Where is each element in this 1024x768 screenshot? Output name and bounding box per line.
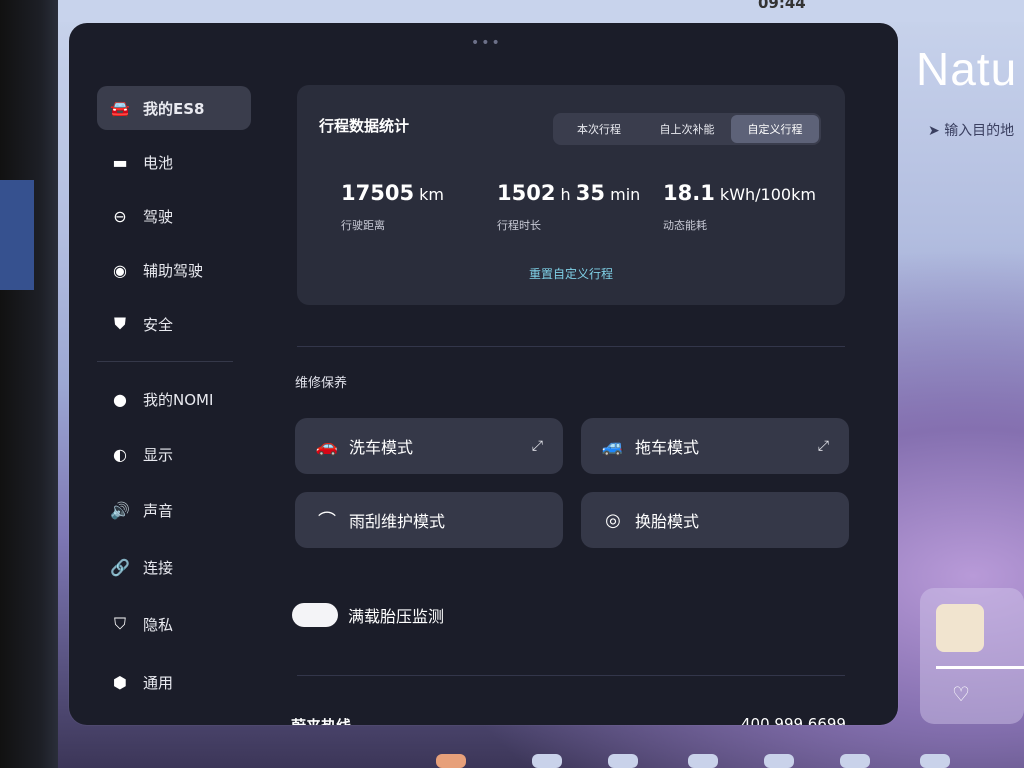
tow-mode-button[interactable]: 🚙 拖车模式 ⤢	[581, 418, 849, 474]
dock-app[interactable]	[436, 754, 466, 768]
tire-icon: ◎	[605, 509, 621, 531]
stat-energy: 18.1 kWh/100km 动态能耗	[663, 181, 816, 232]
trip-tab-switcher: 本次行程 自上次补能 自定义行程	[553, 113, 821, 145]
dock-app[interactable]	[840, 754, 870, 768]
link-icon: 🔗	[110, 557, 130, 577]
sidebar-item-display[interactable]: ◐ 显示	[97, 432, 251, 476]
trip-stats-card: 行程数据统计 本次行程 自上次补能 自定义行程 17505 km 行驶距离 15…	[297, 85, 845, 305]
sidebar-item-general[interactable]: ⬢ 通用	[97, 660, 251, 704]
sidebar-item-assist-driving[interactable]: ◉ 辅助驾驶	[97, 248, 251, 292]
tire-change-mode-button[interactable]: ◎ 换胎模式	[581, 492, 849, 548]
clock: 09:44	[758, 0, 806, 12]
privacy-icon: ⛉	[113, 614, 126, 633]
sidebar-item-privacy[interactable]: ⛉ 隐私	[97, 602, 251, 646]
sidebar-item-driving[interactable]: ⊖ 驾驶	[97, 194, 251, 238]
tab-custom-trip[interactable]: 自定义行程	[731, 115, 819, 143]
screen-bezel	[0, 0, 58, 768]
settings-panel: ••• 🚘 我的ES8 ▬ 电池 ⊖ 驾驶 ◉ 辅助驾驶 ⛊ 安全 ● 我的NO…	[69, 23, 898, 725]
settings-sidebar: 🚘 我的ES8 ▬ 电池 ⊖ 驾驶 ◉ 辅助驾驶 ⛊ 安全 ● 我的NOMI ◐…	[69, 23, 267, 725]
dock-app[interactable]	[688, 754, 718, 768]
sidebar-item-connection[interactable]: 🔗 连接	[97, 545, 251, 589]
section-divider	[297, 675, 845, 676]
general-icon: ⬢	[113, 672, 127, 692]
speaker-icon: 🔊	[110, 500, 130, 520]
dock-app[interactable]	[764, 754, 794, 768]
sidebar-item-safety[interactable]: ⛊ 安全	[97, 302, 251, 346]
album-art	[936, 604, 984, 652]
battery-icon: ▬	[112, 152, 128, 172]
trip-stats-title: 行程数据统计	[319, 117, 410, 135]
dock-app[interactable]	[532, 754, 562, 768]
expand-icon: ⤢	[531, 438, 543, 454]
car-icon: 🚘	[110, 98, 130, 118]
hotline-label: 蔚来热线	[291, 715, 351, 725]
steering-wheel-icon: ⊖	[113, 206, 127, 226]
tire-pressure-label: 满载胎压监测	[348, 607, 445, 626]
sidebar-item-battery[interactable]: ▬ 电池	[97, 140, 251, 184]
assist-driving-icon: ◉	[113, 260, 127, 280]
hotline-number[interactable]: 400 999 6699	[741, 715, 846, 725]
app-dock	[60, 752, 1024, 768]
dock-app[interactable]	[608, 754, 638, 768]
tab-current-trip[interactable]: 本次行程	[555, 115, 643, 143]
stat-duration: 1502 h 35 min 行程时长	[497, 181, 641, 232]
settings-content: 行程数据统计 本次行程 自上次补能 自定义行程 17505 km 行驶距离 15…	[287, 23, 887, 725]
sidebar-item-my-es8[interactable]: 🚘 我的ES8	[97, 86, 251, 130]
media-card[interactable]: ♡	[920, 588, 1024, 724]
tire-pressure-row: 满载胎压监测	[292, 603, 444, 627]
wiper-icon: ⌒	[318, 511, 336, 532]
stat-distance: 17505 km 行驶距离	[341, 181, 445, 232]
reset-custom-trip-link[interactable]: 重置自定义行程	[297, 265, 845, 282]
shield-icon: ⛊	[113, 314, 126, 333]
tab-since-charge[interactable]: 自上次补能	[643, 115, 731, 143]
nav-destination-hint[interactable]: ➤ 输入目的地	[928, 120, 1014, 140]
sidebar-divider	[97, 361, 233, 362]
heart-icon[interactable]: ♡	[952, 682, 970, 706]
status-bar: 09:44	[58, 0, 1024, 22]
media-progress	[936, 666, 1024, 669]
sidebar-item-sound[interactable]: 🔊 声音	[97, 488, 251, 532]
tow-icon: 🚙	[601, 435, 625, 457]
brand-text: Natu	[916, 43, 1018, 95]
display-icon: ◐	[113, 444, 127, 464]
sidebar-item-nomi[interactable]: ● 我的NOMI	[97, 377, 251, 421]
maintenance-title: 维修保养	[295, 376, 348, 391]
wiper-service-mode-button[interactable]: ⌒ 雨刮维护模式	[295, 492, 563, 548]
nomi-icon: ●	[113, 389, 127, 409]
section-divider	[297, 346, 845, 347]
expand-icon: ⤢	[817, 438, 829, 454]
car-wash-icon: 🚗	[315, 435, 339, 457]
tire-pressure-toggle[interactable]	[292, 603, 338, 627]
car-wash-mode-button[interactable]: 🚗 洗车模式 ⤢	[295, 418, 563, 474]
dock-app[interactable]	[920, 754, 950, 768]
